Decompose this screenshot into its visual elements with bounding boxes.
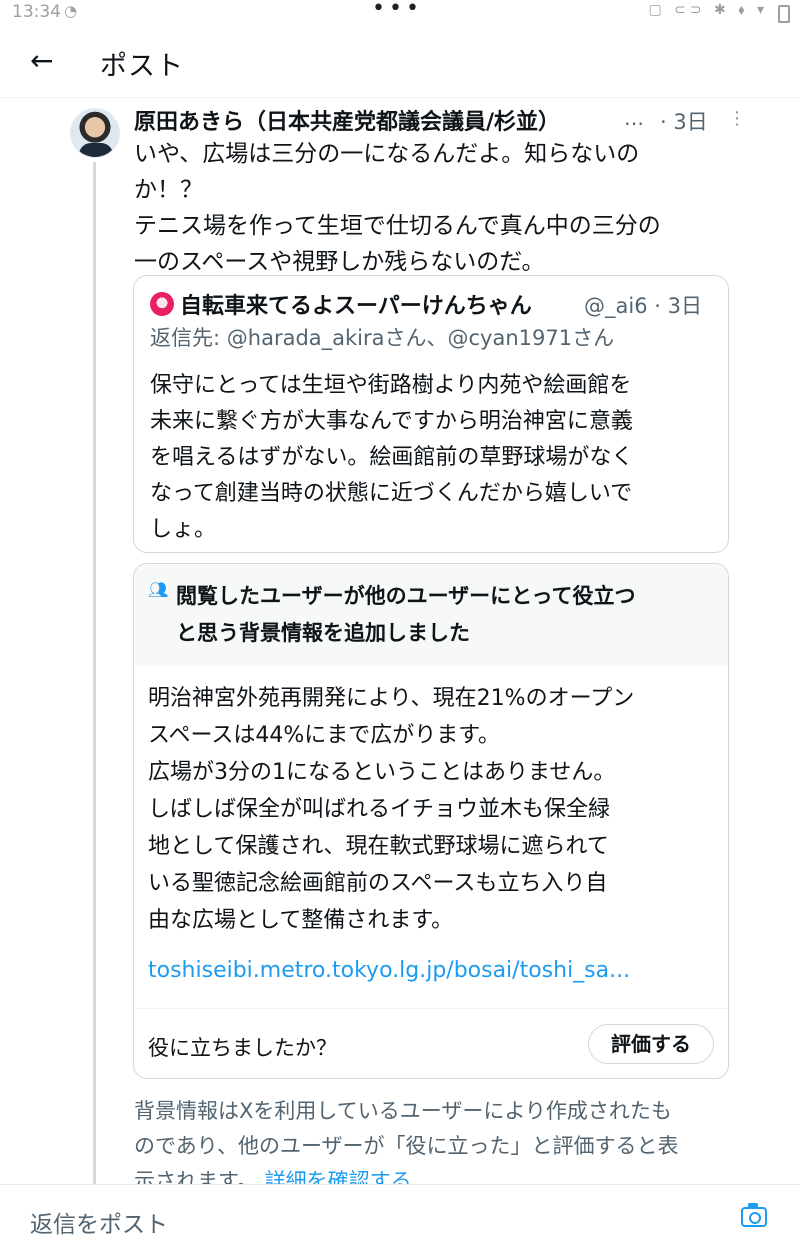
- divider: [134, 1008, 728, 1009]
- author-avatar[interactable]: [70, 108, 120, 158]
- post-text-line: テニス場を作って生垣で仕切るんで真ん中の三分の: [134, 213, 661, 239]
- status-time: 13:34: [12, 2, 61, 22]
- back-arrow-icon[interactable]: ←: [30, 44, 53, 77]
- quoted-author-avatar: [150, 292, 174, 316]
- quoted-post[interactable]: 自転車来てるよスーパーけんちゃん @_ai6 · 3日 返信先: @harada…: [133, 275, 729, 553]
- wifi-icon: ◔: [64, 2, 78, 20]
- system-icons: ▢ ⊂⊃ ✱ ⬧ ▾: [648, 2, 768, 18]
- author-name[interactable]: 原田あきら（日本共産党都議会議員/杉並）: [134, 104, 560, 136]
- avatar-figure: [79, 143, 113, 157]
- community-note-link[interactable]: toshiseibi.metro.tokyo.lg.jp/bosai/toshi…: [148, 958, 630, 983]
- note-body-line: 広場が3分の1になるということはありません。: [148, 760, 616, 785]
- author-ellipsis: …: [624, 106, 644, 130]
- thread-line: [93, 162, 96, 1192]
- note-body-line: スペースは44%にまで広がります。: [148, 723, 501, 748]
- reply-bar: 返信をポスト: [0, 1184, 800, 1243]
- quoted-text-line: しょ。: [150, 517, 217, 542]
- disclaimer-line: のであり、他のユーザーが「役に立った」と評価すると表: [134, 1134, 679, 1158]
- people-icon: 👥︎: [148, 580, 169, 599]
- note-title-line: 閲覧したユーザーが他のユーザーにとって役立つ: [176, 584, 636, 608]
- camera-icon[interactable]: [741, 1203, 767, 1227]
- community-note-body: 明治神宮外苑再開発により、現在21%のオープン スペースは44%にまで広がります…: [148, 680, 718, 939]
- post-text-line: か！？: [134, 177, 203, 203]
- reply-to-handles: @harada_akiraさん、@cyan1971さん: [226, 326, 615, 350]
- community-note-title: 閲覧したユーザーが他のユーザーにとって役立つ と思う背景情報を追加しました: [176, 578, 716, 652]
- community-note-header: 👥︎ 閲覧したユーザーが他のユーザーにとって役立つ と思う背景情報を追加しました: [134, 564, 728, 666]
- note-body-line: 由な広場として整備されます。: [148, 908, 454, 933]
- post-text-line: いや、広場は三分の一になるんだよ。知らないの: [134, 141, 640, 167]
- note-body-line: 明治神宮外苑再開発により、現在21%のオープン: [148, 686, 635, 711]
- reply-input[interactable]: 返信をポスト: [30, 1205, 168, 1239]
- quoted-text-line: 未来に繋ぐ方が大事なんですから明治神宮に意義: [150, 409, 633, 434]
- quoted-text-line: なって創建当時の状態に近づくんだから嬉しいで: [150, 481, 633, 506]
- quoted-author-handle: @_ai6 · 3日: [584, 294, 702, 318]
- reply-to-prefix: 返信先:: [150, 326, 221, 350]
- quoted-post-text: 保守にとっては生垣や街路樹より内苑や絵画館を 未来に繋ぐ方が大事なんですから明治…: [150, 368, 720, 548]
- quoted-author-name: 自転車来てるよスーパーけんちゃん: [180, 294, 532, 319]
- more-options-icon[interactable]: ⋮: [728, 108, 746, 129]
- note-body-line: 地として保護され、現在軟式野球場に遮られて: [148, 834, 609, 859]
- battery-icon: [778, 5, 790, 23]
- community-note: 👥︎ 閲覧したユーザーが他のユーザーにとって役立つ と思う背景情報を追加しました…: [133, 563, 729, 1079]
- window-dots-icon: •••: [372, 0, 423, 21]
- helpful-question: 役に立ちましたか？: [148, 1036, 337, 1060]
- top-app-bar: ← ポスト: [0, 26, 800, 98]
- post-text: いや、広場は三分の一になるんだよ。知らないの か！？ テニス場を作って生垣で仕切…: [134, 136, 734, 280]
- disclaimer-line: 背景情報はXを利用しているユーザーにより作成されたも: [134, 1099, 672, 1123]
- note-body-line: いる聖徳記念絵画館前のスペースも立ち入り自: [148, 871, 608, 896]
- post-timestamp[interactable]: · 3日: [660, 106, 708, 136]
- rate-button[interactable]: 評価する: [588, 1024, 714, 1064]
- status-bar: 13:34 ◔ ••• ▢ ⊂⊃ ✱ ⬧ ▾: [0, 0, 800, 26]
- note-title-line: と思う背景情報を追加しました: [176, 621, 470, 645]
- quoted-text-line: を唱えるはずがない。絵画館前の草野球場がなく: [150, 445, 634, 470]
- quoted-reply-to: 返信先: @harada_akiraさん、@cyan1971さん: [150, 322, 614, 352]
- note-body-line: しばしば保全が叫ばれるイチョウ並木も保全緑: [148, 797, 611, 822]
- quoted-text-line: 保守にとっては生垣や街路樹より内苑や絵画館を: [150, 373, 632, 398]
- page-title: ポスト: [100, 51, 184, 82]
